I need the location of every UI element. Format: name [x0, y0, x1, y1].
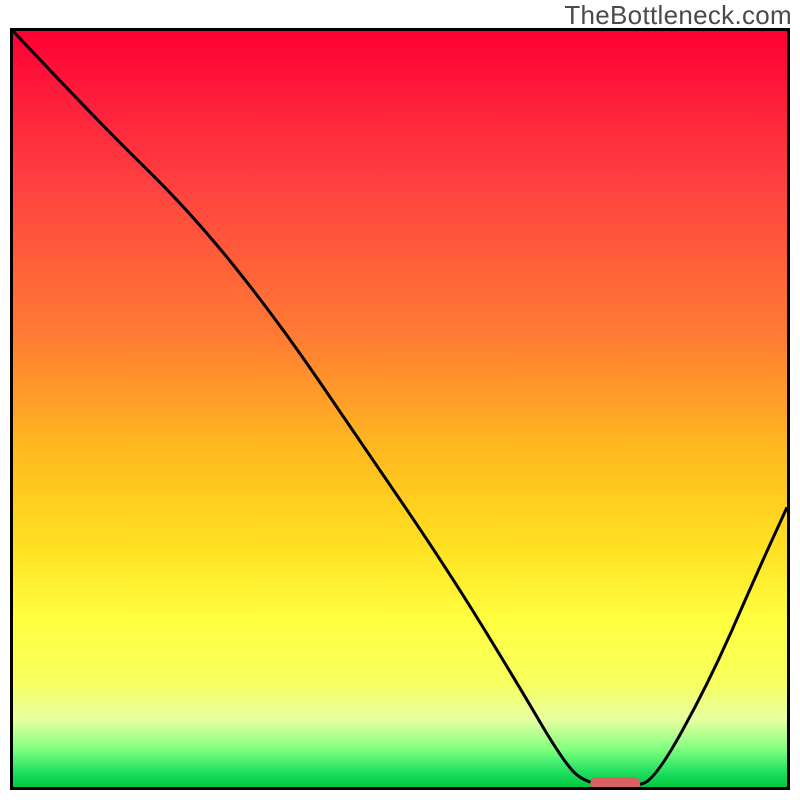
- plot-area: [10, 28, 790, 790]
- optimal-region-marker: [590, 777, 640, 787]
- chart-container: TheBottleneck.com: [0, 0, 800, 800]
- watermark-text: TheBottleneck.com: [564, 0, 792, 31]
- bottleneck-curve: [13, 31, 787, 786]
- curve-svg: [13, 31, 787, 787]
